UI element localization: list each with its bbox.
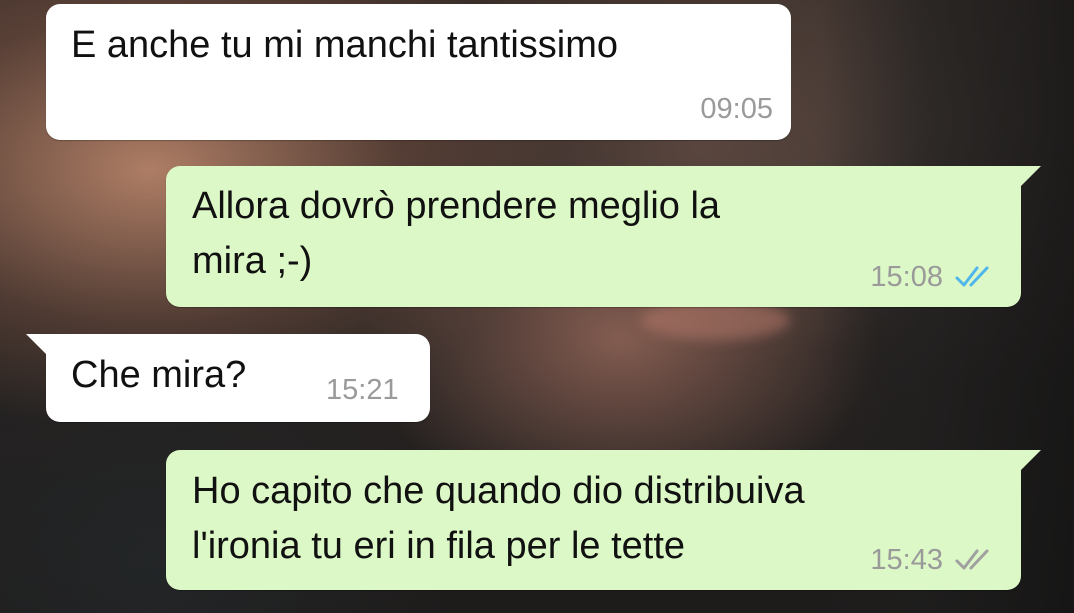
bubble-tail [26,334,48,356]
message-bubble-incoming[interactable]: Che mira? 15:21 [26,334,430,422]
message-text: Allora dovrò prendere meglio la mira ;-) [192,185,721,282]
message-text: Ho capito che quando dio distribuiva l'i… [192,470,805,567]
message-text: E anche tu mi manchi tantissimo [71,24,619,66]
bubble-tail [1019,450,1041,472]
message-timestamp: 15:43 [870,544,943,576]
message-bubble-outgoing[interactable]: Ho capito che quando dio distribuiva l'i… [166,450,1041,590]
message-timestamp: 15:21 [326,374,399,406]
message-timestamp: 09:05 [700,93,773,125]
message-timestamp: 15:08 [870,261,943,293]
message-text: Che mira? [71,354,247,396]
message-bubble-outgoing[interactable]: Allora dovrò prendere meglio la mira ;-)… [166,166,1041,307]
double-check-delivered-icon [955,549,989,570]
double-check-read-icon [955,266,989,287]
message-bubble-incoming[interactable]: E anche tu mi manchi tantissimo 09:05 [46,4,791,140]
bubble-tail [1019,166,1041,188]
